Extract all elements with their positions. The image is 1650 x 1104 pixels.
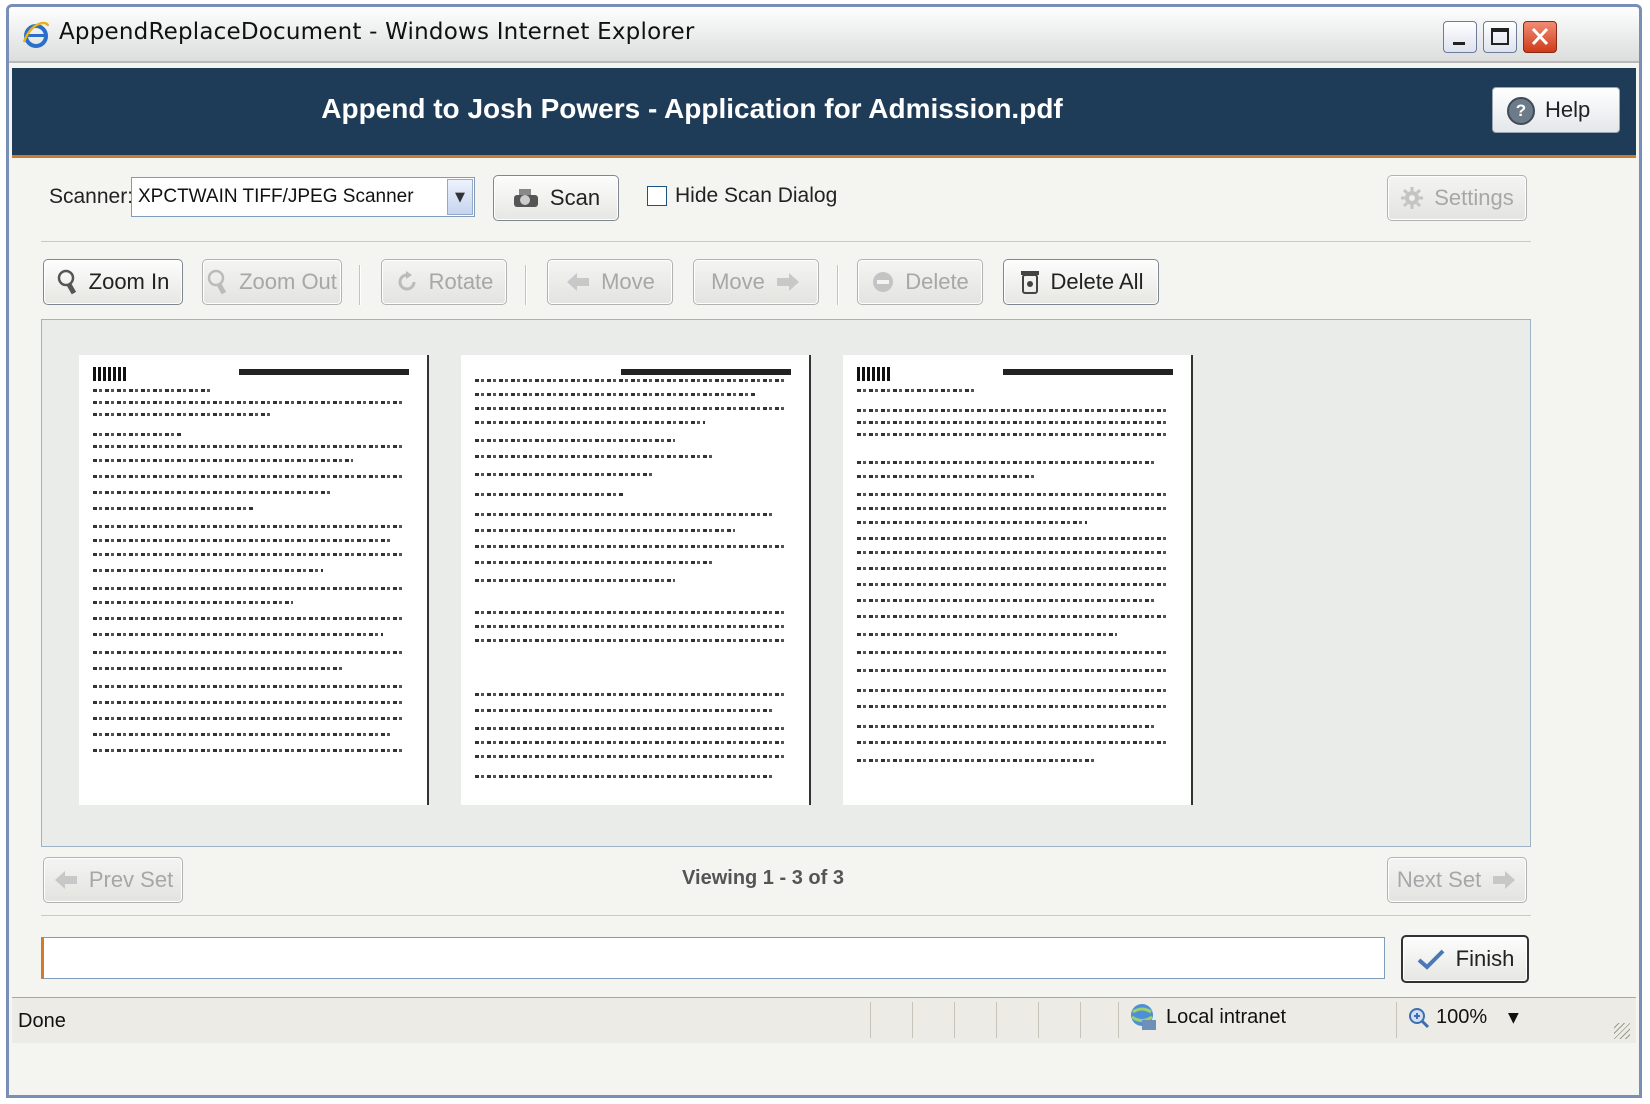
status-cell (954, 1002, 955, 1038)
close-icon (1531, 27, 1549, 46)
zoom-in-label: Zoom In (88, 269, 170, 294)
finish-label: Finish (1455, 946, 1515, 971)
status-bar: Done Local intranet 100% ▼ (12, 997, 1636, 1043)
next-set-button[interactable]: Next Set (1387, 857, 1527, 903)
zoom-level[interactable]: 100% (1408, 1006, 1487, 1029)
arrow-left-icon (567, 273, 590, 291)
next-set-label: Next Set (1396, 867, 1482, 892)
arrow-left-icon (54, 871, 77, 889)
close-button[interactable] (1523, 21, 1557, 53)
trash-icon (1020, 271, 1039, 294)
ie-logo-icon (22, 21, 50, 48)
finish-button[interactable]: Finish (1401, 935, 1529, 983)
arrow-right-icon (776, 273, 799, 291)
settings-label: Settings (1434, 185, 1514, 210)
globe-icon (1131, 1004, 1156, 1030)
status-cell (912, 1002, 913, 1038)
help-label: Help (1545, 97, 1591, 122)
minimize-icon (1453, 42, 1465, 45)
status-cell (1396, 1002, 1397, 1038)
scan-button[interactable]: Scan (493, 175, 619, 221)
divider (41, 915, 1531, 916)
toolbar-separator (837, 265, 839, 305)
prev-set-label: Prev Set (88, 867, 174, 892)
arrow-right-icon (1493, 871, 1516, 889)
security-zone[interactable]: Local intranet (1128, 1002, 1286, 1032)
help-icon: ? (1507, 97, 1535, 125)
delete-all-label: Delete All (1050, 269, 1144, 294)
title-bar: AppendReplaceDocument - Windows Internet… (9, 7, 1639, 63)
rotate-button[interactable]: Rotate (381, 259, 507, 305)
window-title: AppendReplaceDocument - Windows Internet… (59, 19, 695, 45)
hide-scan-dialog-label: Hide Scan Dialog (675, 184, 838, 207)
resize-grip[interactable] (1614, 1023, 1630, 1039)
page-title: Append to Josh Powers - Application for … (321, 93, 1063, 124)
move-right-button[interactable]: Move (693, 259, 819, 305)
scanner-label: Scanner: (49, 185, 134, 208)
move-right-label: Move (711, 269, 765, 294)
toolbar-separator (359, 265, 361, 305)
divider (41, 241, 1531, 242)
app-header: Append to Josh Powers - Application for … (12, 68, 1636, 158)
minimize-button[interactable] (1443, 21, 1477, 53)
zoom-in-button[interactable]: Zoom In (43, 259, 183, 305)
delete-button[interactable]: Delete (857, 259, 983, 305)
scanner-icon (513, 189, 538, 207)
zoom-in-icon (57, 269, 76, 295)
page-thumbnail[interactable] (843, 355, 1193, 805)
status-cell (1118, 1002, 1119, 1038)
settings-button[interactable]: Settings (1387, 175, 1527, 221)
move-left-button[interactable]: Move (547, 259, 673, 305)
chevron-down-icon[interactable]: ▼ (447, 179, 473, 215)
zone-label: Local intranet (1166, 1005, 1287, 1028)
scanner-select[interactable]: XPCTWAIN TIFF/JPEG Scanner ▼ (131, 177, 475, 217)
help-button[interactable]: ? Help (1492, 87, 1620, 133)
zoom-out-icon (207, 269, 227, 295)
prev-set-button[interactable]: Prev Set (43, 857, 183, 903)
page-thumbnail[interactable] (79, 355, 429, 805)
status-text: Done (18, 1010, 66, 1032)
viewing-status: Viewing 1 - 3 of 3 (682, 867, 844, 889)
rotate-icon (398, 271, 416, 291)
status-cell (1080, 1002, 1081, 1038)
zoom-label: 100% (1436, 1006, 1488, 1028)
page-thumbnail[interactable] (461, 355, 811, 805)
maximize-button[interactable] (1483, 21, 1517, 53)
status-cell (996, 1002, 997, 1038)
delete-icon (873, 272, 894, 292)
scan-label: Scan (549, 185, 601, 210)
checkmark-icon (1417, 949, 1445, 970)
gear-icon (1401, 187, 1424, 209)
delete-label: Delete (905, 269, 969, 294)
zoom-out-label: Zoom Out (239, 269, 337, 294)
maximize-icon (1491, 28, 1509, 45)
status-cell (1038, 1002, 1039, 1038)
rotate-label: Rotate (428, 269, 494, 294)
zoom-out-button[interactable]: Zoom Out (202, 259, 342, 305)
browser-window: AppendReplaceDocument - Windows Internet… (6, 4, 1642, 1098)
zoom-icon (1409, 1007, 1430, 1028)
delete-all-button[interactable]: Delete All (1003, 259, 1159, 305)
scanner-value: XPCTWAIN TIFF/JPEG Scanner (138, 186, 414, 207)
hide-scan-dialog-checkbox[interactable] (647, 186, 667, 206)
toolbar-separator (525, 265, 527, 305)
status-cell (870, 1002, 871, 1038)
status-message-field[interactable] (41, 937, 1385, 979)
chevron-down-icon[interactable]: ▼ (1508, 1010, 1519, 1026)
move-left-label: Move (601, 269, 655, 294)
